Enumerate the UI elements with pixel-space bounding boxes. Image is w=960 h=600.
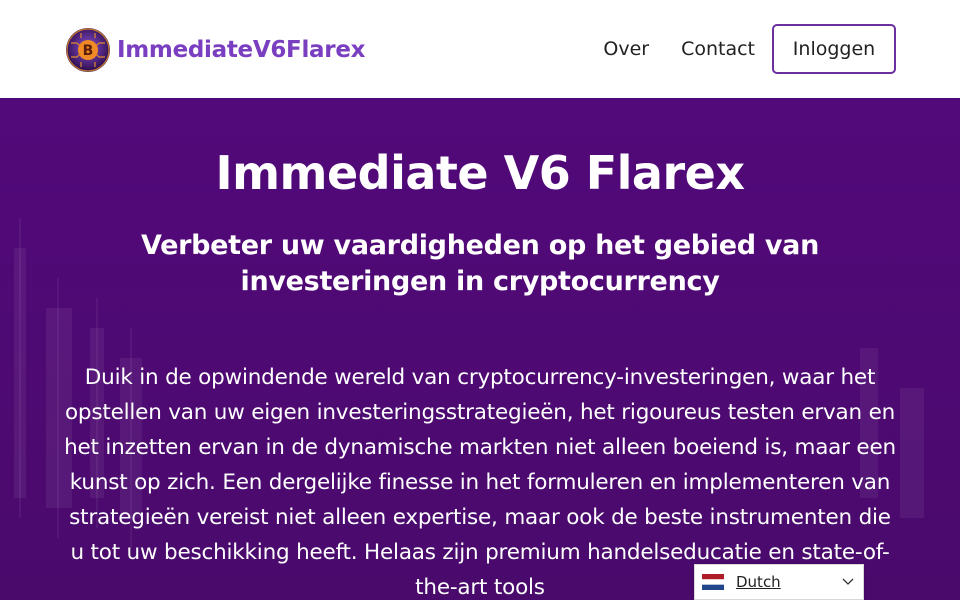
svg-text:B: B xyxy=(83,43,94,59)
login-button[interactable]: Inloggen xyxy=(772,24,896,74)
nav-contact-link[interactable]: Contact xyxy=(681,38,755,60)
language-label[interactable]: Dutch xyxy=(736,573,781,591)
brand-logo[interactable]: B ImmediateV6Flarex xyxy=(65,27,365,73)
chevron-down-icon[interactable] xyxy=(842,578,854,586)
netherlands-flag-icon xyxy=(702,574,724,590)
site-header: B ImmediateV6Flarex Over Contact Inlogge… xyxy=(0,0,960,98)
main-nav: Over Contact Inloggen xyxy=(603,24,896,74)
nav-about-link[interactable]: Over xyxy=(603,38,649,60)
brand-name[interactable]: ImmediateV6Flarex xyxy=(117,37,365,63)
language-selector[interactable]: Dutch xyxy=(694,564,864,600)
hero-title: Immediate V6 Flarex xyxy=(215,146,745,200)
bitcoin-logo-icon: B xyxy=(66,28,110,72)
hero-section: Immediate V6 Flarex Verbeter uw vaardigh… xyxy=(0,98,960,600)
hero-subtitle: Verbeter uw vaardigheden op het gebied v… xyxy=(140,230,820,297)
